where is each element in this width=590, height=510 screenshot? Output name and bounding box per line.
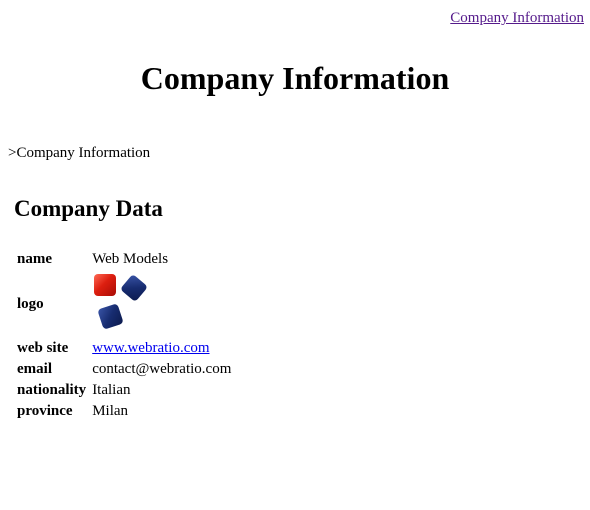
name-value: Web Models [92, 251, 169, 267]
province-value: Milan [92, 403, 129, 419]
breadcrumb: >Company Information [8, 145, 151, 161]
email-value: contact@webratio.com [92, 361, 232, 377]
table-row-name: name Web Models [16, 250, 232, 269]
logo-cell [91, 271, 232, 337]
logo-label: logo [17, 295, 44, 312]
company-data-table: name Web Models logo web site www.webrat… [14, 248, 234, 423]
company-information-link[interactable]: Company Information [450, 10, 584, 26]
webratio-logo-icon [94, 274, 147, 329]
table-row-website: web site www.webratio.com [16, 339, 232, 358]
table-row-email: email contact@webratio.com [16, 360, 232, 379]
email-label: email [17, 361, 52, 377]
website-cell: www.webratio.com [91, 339, 232, 358]
website-link[interactable]: www.webratio.com [92, 340, 209, 356]
table-row-logo: logo [16, 271, 232, 337]
website-label: web site [17, 340, 69, 356]
table-row-nationality: nationality Italian [16, 381, 232, 400]
page-title: Company Information [140, 60, 450, 96]
table-row-province: province Milan [16, 402, 232, 421]
province-label: province [17, 403, 73, 419]
nationality-value: Italian [92, 382, 131, 398]
page: Company Information Company Information … [0, 0, 590, 510]
nationality-label: nationality [17, 382, 87, 398]
name-label: name [17, 251, 52, 267]
top-nav: Company Information [450, 10, 584, 27]
section-title: Company Data [14, 196, 163, 221]
